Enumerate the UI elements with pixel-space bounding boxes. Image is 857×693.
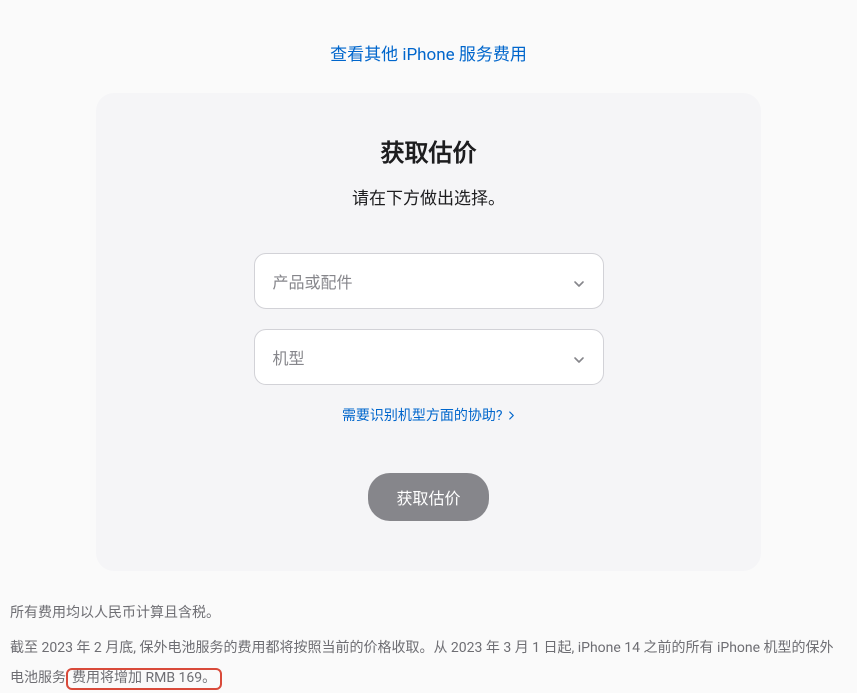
help-link-label: 需要识别机型方面的协助? — [342, 408, 503, 424]
get-estimate-button[interactable]: 获取估价 — [368, 473, 488, 521]
estimate-card: 获取估价 请在下方做出选择。 产品或配件 机型 需要识别机型方面的协助? — [96, 93, 761, 571]
other-iphone-fees-link[interactable]: 查看其他 iPhone 服务费用 — [330, 45, 527, 65]
chevron-down-icon — [573, 351, 585, 363]
card-title: 获取估价 — [136, 133, 721, 168]
product-select-wrapper: 产品或配件 — [254, 253, 604, 309]
product-select[interactable]: 产品或配件 — [254, 253, 604, 309]
help-link-wrapper: 需要识别机型方面的协助? — [136, 405, 721, 425]
chevron-right-icon — [508, 408, 515, 424]
chevron-down-icon — [573, 275, 585, 287]
highlight-annotation: 费用将增加 RMB 169。 — [66, 668, 222, 690]
model-select[interactable]: 机型 — [254, 329, 604, 385]
top-link-wrapper: 查看其他 iPhone 服务费用 — [10, 0, 847, 93]
footer-line-1: 所有费用均以人民币计算且含税。 — [10, 599, 847, 628]
footer-line-2: 截至 2023 年 2 月底, 保外电池服务的费用都将按照当前的价格收取。从 2… — [10, 634, 847, 693]
model-select-wrapper: 机型 — [254, 329, 604, 385]
model-select-placeholder: 机型 — [273, 345, 305, 369]
card-subtitle: 请在下方做出选择。 — [136, 184, 721, 209]
footer-text: 所有费用均以人民币计算且含税。 截至 2023 年 2 月底, 保外电池服务的费… — [10, 571, 847, 693]
product-select-placeholder: 产品或配件 — [273, 269, 353, 293]
identify-model-help-link[interactable]: 需要识别机型方面的协助? — [342, 408, 515, 424]
